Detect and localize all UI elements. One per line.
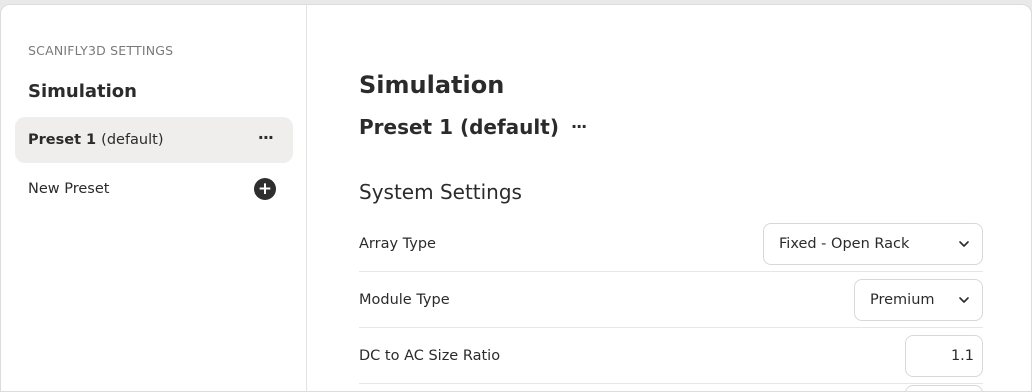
array-type-select[interactable]: Fixed - Open Rack bbox=[763, 223, 983, 265]
select-value: Fixed - Open Rack bbox=[779, 236, 910, 252]
main-panel: Simulation Preset 1 (default) ··· System… bbox=[308, 5, 1031, 391]
setting-label: Array Type bbox=[359, 235, 436, 252]
sidebar-heading: SCANIFLY3D SETTINGS bbox=[28, 43, 174, 58]
sidebar-item-preset-1[interactable]: Preset 1 (default) ··· bbox=[15, 117, 293, 163]
sidebar-section-title: Simulation bbox=[28, 81, 137, 102]
next-setting-input[interactable] bbox=[905, 385, 983, 391]
page-title: Simulation bbox=[359, 71, 505, 99]
setting-label: Module Type bbox=[359, 291, 450, 308]
chevron-down-icon bbox=[959, 297, 969, 303]
section-title-system-settings: System Settings bbox=[359, 180, 522, 204]
preset-title: Preset 1 (default) bbox=[359, 115, 559, 139]
setting-row-dc-ac-ratio: DC to AC Size Ratio bbox=[359, 328, 983, 384]
chevron-down-icon bbox=[959, 241, 969, 247]
select-value: Premium bbox=[870, 292, 935, 308]
preset-default-suffix: (default) bbox=[101, 132, 164, 148]
preset-name: Preset 1 bbox=[28, 132, 97, 148]
new-preset-button[interactable]: New Preset + bbox=[15, 171, 293, 207]
setting-label: DC to AC Size Ratio bbox=[359, 347, 501, 364]
preset-title-row: Preset 1 (default) ··· bbox=[359, 115, 587, 139]
plus-circle-icon[interactable]: + bbox=[254, 178, 276, 200]
settings-window: SCANIFLY3D SETTINGS Simulation Preset 1 … bbox=[0, 4, 1032, 392]
new-preset-label: New Preset bbox=[28, 181, 110, 197]
setting-row-module-type: Module Type Premium bbox=[359, 272, 983, 328]
sidebar: SCANIFLY3D SETTINGS Simulation Preset 1 … bbox=[1, 5, 307, 391]
setting-row-array-type: Array Type Fixed - Open Rack bbox=[359, 216, 983, 272]
dc-ac-ratio-input[interactable] bbox=[905, 335, 983, 377]
more-options-icon[interactable]: ··· bbox=[258, 129, 274, 147]
more-options-icon[interactable]: ··· bbox=[571, 118, 587, 136]
module-type-select[interactable]: Premium bbox=[854, 279, 983, 321]
